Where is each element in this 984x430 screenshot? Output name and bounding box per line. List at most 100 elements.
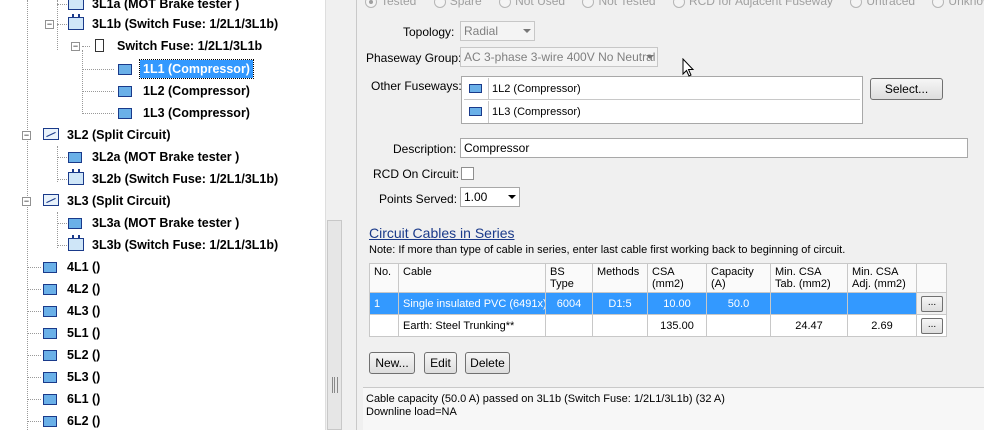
table-row[interactable]: Earth: Steel Trunking** 135.00 24.47 2.6… xyxy=(369,314,947,337)
collapse-icon[interactable]: − xyxy=(71,42,80,51)
col-header-min-csa-adj[interactable]: Min. CSA Adj. (mm2) xyxy=(847,263,917,293)
fuseway-icon xyxy=(469,84,482,93)
delete-cable-button[interactable]: Delete xyxy=(465,352,510,374)
fuseway-icon xyxy=(43,328,57,339)
tree-item-3l2b[interactable]: 3L2b (Switch Fuse: 1/2L1/3L1b) xyxy=(0,169,325,189)
fuseway-icon xyxy=(118,108,132,119)
col-header-no[interactable]: No. xyxy=(369,263,399,293)
col-header-csa[interactable]: CSA (mm2) xyxy=(647,263,707,293)
tree-item-1l2[interactable]: 1L2 (Compressor) xyxy=(0,81,325,101)
col-header-methods[interactable]: Methods xyxy=(592,263,648,293)
tree-item-5l2[interactable]: 5L2 () xyxy=(0,345,325,365)
chevron-down-icon xyxy=(646,55,654,59)
radio-not-used[interactable]: Not Used xyxy=(499,0,565,8)
radio-not-tested[interactable]: Not Tested xyxy=(582,0,656,8)
collapse-icon[interactable]: − xyxy=(45,20,54,29)
fuseway-icon xyxy=(68,152,82,163)
edit-cable-ellipsis-button[interactable]: ... xyxy=(921,295,943,312)
points-served-select[interactable]: 1.00 xyxy=(460,187,520,207)
radio-unknown[interactable]: Unknown xyxy=(932,0,984,8)
new-cable-button[interactable]: New... xyxy=(369,352,415,374)
fuse-icon xyxy=(68,235,84,251)
description-label: Description: xyxy=(393,142,457,156)
tree-item-4l3[interactable]: 4L3 () xyxy=(0,301,325,321)
tree-item-3l3[interactable]: − 3L3 (Split Circuit) xyxy=(0,191,325,211)
tree-item-3l3a[interactable]: 3L3a (MOT Brake tester ) xyxy=(0,213,325,233)
fuseway-icon xyxy=(43,262,57,273)
radio-button-icon xyxy=(582,0,595,8)
cables-note: Note: If more than type of cable in seri… xyxy=(369,244,846,256)
split-circuit-icon xyxy=(43,128,59,140)
tree-item-1l1[interactable]: 1L1 (Compressor) xyxy=(0,59,325,79)
topology-label: Topology: xyxy=(403,25,455,39)
radio-rcd-adjacent[interactable]: RCD for Adjacent Fuseway xyxy=(672,0,833,8)
select-fuseways-button[interactable]: Select... xyxy=(870,78,943,100)
tree-item-4l1[interactable]: 4L1 () xyxy=(0,257,325,277)
col-header-action xyxy=(916,263,947,293)
fuse-icon xyxy=(68,169,84,185)
tree-item-switch-fuse[interactable]: − Switch Fuse: 1/2L1/3L1b xyxy=(0,36,325,56)
tree-item-3l2[interactable]: − 3L2 (Split Circuit) xyxy=(0,125,325,145)
radio-untraced[interactable]: Untraced xyxy=(850,0,915,8)
tree-item-3l1a[interactable]: 3L1a (MOT Brake tester ) xyxy=(0,0,325,14)
tree-item-1l3[interactable]: 1L3 (Compressor) xyxy=(0,103,325,123)
split-circuit-icon xyxy=(43,194,59,206)
phaseway-group-select[interactable]: AC 3-phase 3-wire 400V No Neutral xyxy=(460,47,658,67)
scrollbar-thumb[interactable] xyxy=(327,220,342,430)
list-item[interactable]: 1L3 (Compressor) xyxy=(464,101,860,123)
status-line-capacity: Cable capacity (50.0 A) passed on 3L1b (… xyxy=(366,393,725,405)
chevron-down-icon xyxy=(508,195,516,199)
tree-item-6l1[interactable]: 6L1 () xyxy=(0,389,325,409)
fuseway-icon xyxy=(118,86,132,97)
other-fuseways-label: Other Fuseways: xyxy=(371,79,462,93)
radio-button-icon xyxy=(365,0,377,8)
tree-item-3l3b[interactable]: 3L3b (Switch Fuse: 1/2L1/3L1b) xyxy=(0,235,325,255)
col-header-capacity[interactable]: Capacity (A) xyxy=(706,263,771,293)
fuseway-icon xyxy=(43,416,57,427)
col-header-cable[interactable]: Cable xyxy=(398,263,546,293)
rcd-on-circuit-label: RCD On Circuit: xyxy=(373,167,460,181)
fuseway-icon xyxy=(68,218,82,229)
circuit-tree[interactable]: 3L1a (MOT Brake tester ) − 3L1b (Switch … xyxy=(0,0,325,430)
collapse-icon[interactable]: − xyxy=(22,131,31,140)
edit-cable-button[interactable]: Edit xyxy=(424,352,457,374)
fuseway-icon xyxy=(43,306,57,317)
tree-item-3l1b[interactable]: − 3L1b (Switch Fuse: 1/2L1/3L1b) xyxy=(0,14,325,34)
tree-item-3l2a[interactable]: 3L2a (MOT Brake tester ) xyxy=(0,147,325,167)
radio-tested[interactable]: Tested xyxy=(365,0,416,8)
circuit-cables-title: Circuit Cables in Series xyxy=(369,225,515,241)
radio-button-icon xyxy=(850,0,863,8)
fuseway-icon xyxy=(43,372,57,383)
topology-select[interactable]: Radial xyxy=(460,21,535,41)
tree-item-5l1[interactable]: 5L1 () xyxy=(0,323,325,343)
status-panel: Cable capacity (50.0 A) passed on 3L1b (… xyxy=(363,387,984,430)
rcd-on-circuit-checkbox[interactable] xyxy=(461,167,474,180)
phaseway-group-label: Phaseway Group: xyxy=(366,51,462,65)
radio-button-icon xyxy=(499,0,512,8)
grip-icon xyxy=(332,377,338,393)
col-header-min-csa-tab[interactable]: Min. CSA Tab. (mm2) xyxy=(770,263,848,293)
radio-spare[interactable]: Spare xyxy=(433,0,482,8)
radio-button-icon xyxy=(672,0,685,8)
description-input[interactable]: Compressor xyxy=(460,138,968,158)
panel-splitter[interactable] xyxy=(342,0,356,430)
other-fuseways-list[interactable]: 1L2 (Compressor) 1L3 (Compressor) xyxy=(461,76,863,124)
switch-icon xyxy=(95,39,104,52)
mouse-pointer-icon xyxy=(682,58,695,77)
table-row[interactable]: 1 Single insulated PVC (6491x) 6004 D1:5… xyxy=(369,292,947,315)
tree-item-4l2[interactable]: 4L2 () xyxy=(0,279,325,299)
list-item[interactable]: 1L2 (Compressor) xyxy=(464,78,860,100)
fuseway-icon xyxy=(43,284,57,295)
tree-scrollbar[interactable] xyxy=(325,0,342,430)
tree-item-5l3[interactable]: 5L3 () xyxy=(0,367,325,387)
collapse-icon[interactable]: − xyxy=(22,197,31,206)
edit-earth-ellipsis-button[interactable]: ... xyxy=(921,317,943,334)
col-header-bs-type[interactable]: BS Type xyxy=(545,263,593,293)
chevron-down-icon xyxy=(523,29,531,33)
radio-button-icon xyxy=(433,0,446,8)
fuseway-icon xyxy=(43,394,57,405)
fuseway-icon xyxy=(469,107,482,116)
points-served-label: Points Served: xyxy=(379,192,458,206)
fuse-icon xyxy=(68,14,84,30)
tree-item-6l2[interactable]: 6L2 () xyxy=(0,411,325,430)
